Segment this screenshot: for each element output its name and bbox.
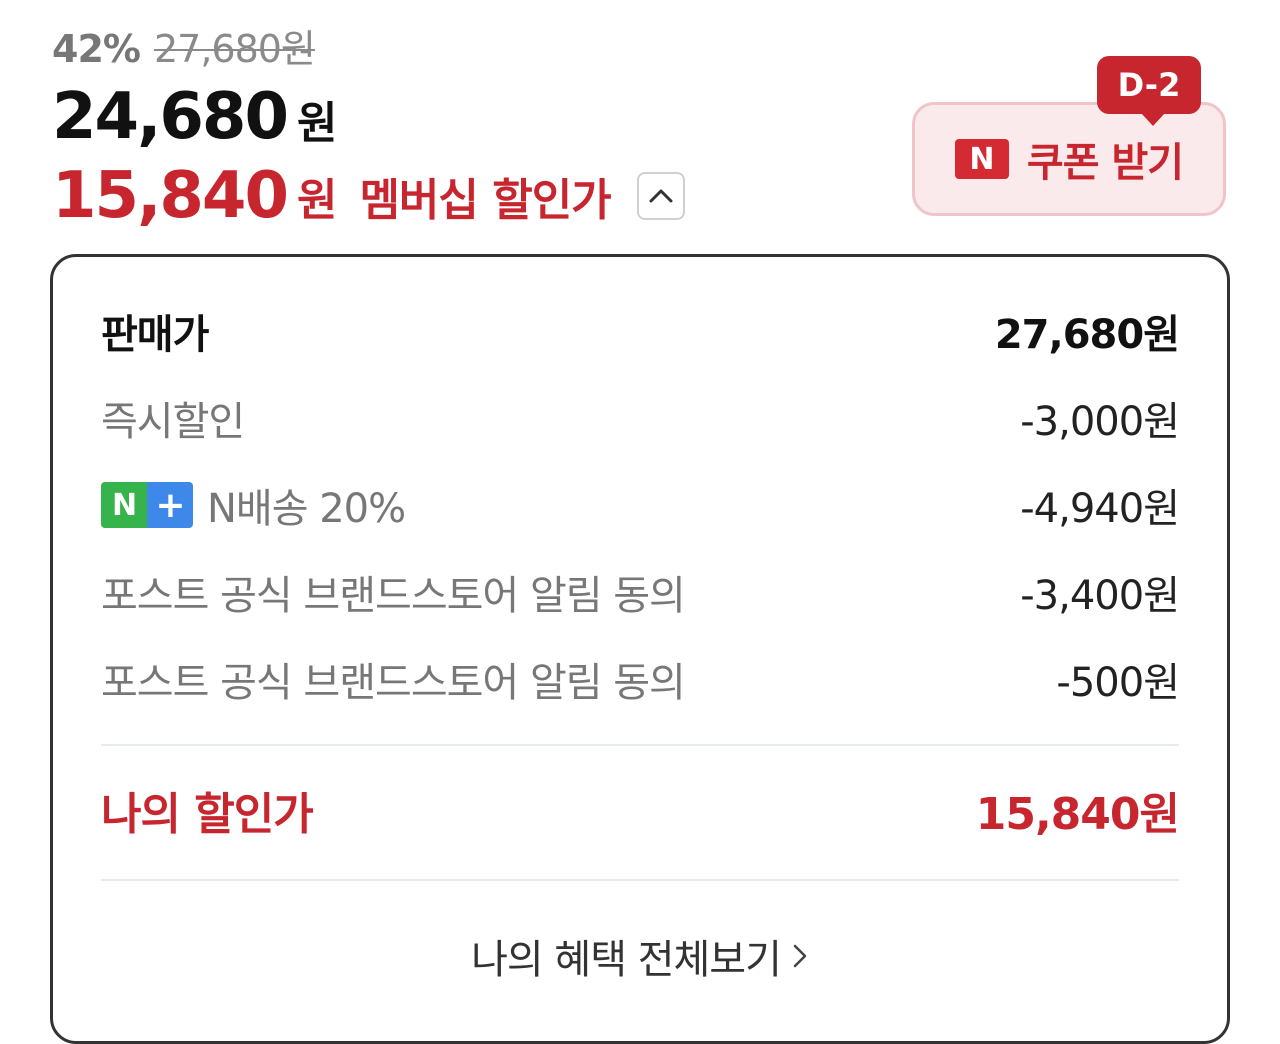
row-label: 포스트 공식 브랜드스토어 알림 동의 [101, 660, 686, 706]
member-price: 15,840 [52, 159, 289, 233]
divider [101, 744, 1179, 746]
breakdown-row-sale-price: 판매가 27,680원 [101, 301, 1180, 361]
discount-percent: 42% [52, 27, 141, 71]
row-label: N배송 20% [207, 486, 406, 532]
member-price-unit: 원 [296, 175, 338, 226]
my-discount-price-row: 나의 할인가 15,840원 [101, 780, 1180, 840]
coupon-label: 쿠폰 받기 [1026, 140, 1184, 186]
dday-badge: D-2 [1097, 56, 1201, 126]
total-label: 나의 할인가 [101, 789, 314, 840]
price-summary: 42% 27,680원 24,680 원 15,840 원 멤버십 할인가 [52, 18, 685, 234]
row-label: 판매가 [101, 312, 209, 358]
row-label: 포스트 공식 브랜드스토어 알림 동의 [101, 573, 686, 619]
breakdown-row-instant-discount: 즉시할인 -3,000원 [101, 388, 1180, 448]
naver-n-logo-icon: N [954, 139, 1009, 179]
sale-price-unit: 원 [296, 98, 338, 149]
chevron-up-icon [649, 189, 673, 203]
original-price-row: 42% 27,680원 [52, 18, 685, 71]
coupon-download-button[interactable]: N 쿠폰 받기 [912, 102, 1226, 216]
breakdown-row-n-delivery: N + N배송 20% -4,940원 [101, 475, 1180, 535]
original-price: 27,680원 [153, 27, 316, 71]
member-price-label: 멤버십 할인가 [359, 175, 611, 226]
divider [101, 879, 1179, 881]
sale-price-row: 24,680 원 [52, 80, 685, 154]
discount-breakdown-panel: 판매가 27,680원 즉시할인 -3,000원 N + N배송 20% -4,… [50, 254, 1230, 1044]
view-all-benefits-link[interactable]: 나의 혜택 전체보기 [53, 921, 1227, 991]
sale-price: 24,680 [52, 80, 289, 154]
breakdown-row-notification-consent-2: 포스트 공식 브랜드스토어 알림 동의 -500원 [101, 649, 1180, 709]
row-amount: -3,000원 [1020, 399, 1180, 445]
row-amount: 27,680원 [994, 312, 1180, 358]
row-label: 즉시할인 [101, 399, 245, 445]
n-plus-badge-icon: N + [101, 482, 193, 528]
collapse-toggle-button[interactable] [636, 172, 685, 220]
row-amount: -4,940원 [1020, 486, 1180, 532]
member-price-row: 15,840 원 멤버십 할인가 [52, 158, 685, 234]
breakdown-row-notification-consent: 포스트 공식 브랜드스토어 알림 동의 -3,400원 [101, 562, 1180, 622]
row-amount: -3,400원 [1020, 573, 1180, 619]
row-amount: -500원 [1056, 660, 1180, 706]
chevron-right-icon [793, 944, 807, 968]
view-all-benefits-label: 나의 혜택 전체보기 [471, 937, 782, 983]
total-amount: 15,840원 [975, 789, 1180, 840]
